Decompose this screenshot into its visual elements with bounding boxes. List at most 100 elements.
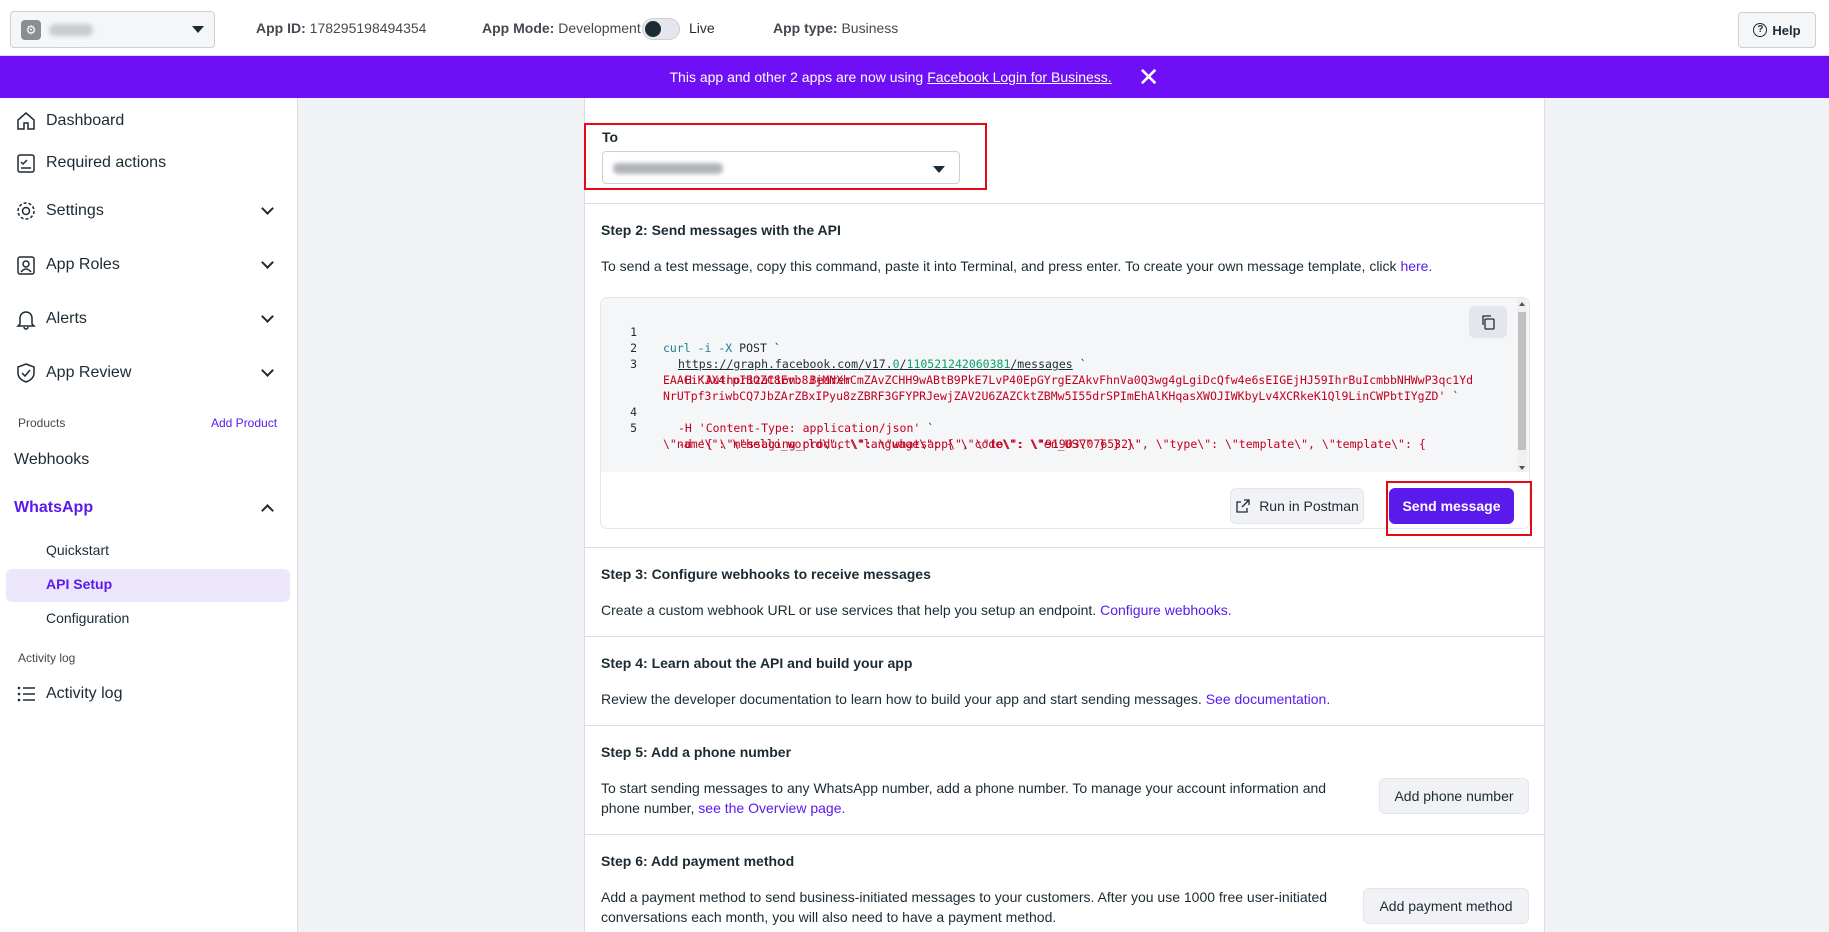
scroll-up-arrow[interactable] [1519,302,1525,306]
banner-link[interactable]: Facebook Login for Business. [927,69,1111,85]
sidebar-item-webhooks[interactable]: Webhooks [14,445,284,475]
phone-number-redacted [613,163,723,174]
code-line: \"name\": \"hello_world\", \"language\":… [601,420,1141,468]
copy-code-button[interactable] [1469,306,1507,338]
sidebar-item-configuration[interactable]: Configuration [46,610,129,626]
step5-title: Step 5: Add a phone number [601,744,792,760]
add-product-link[interactable]: Add Product [211,416,277,430]
code-token: ` [1072,357,1087,371]
api-setup-panel: To Step 2: Send messages with the API To… [584,98,1546,932]
add-phone-number-button[interactable]: Add phone number [1379,778,1529,814]
step4-title: Step 4: Learn about the API and build yo… [601,655,913,671]
divider [585,547,1546,548]
scroll-down-arrow[interactable] [1519,466,1525,470]
see-documentation-link[interactable]: See documentation. [1206,691,1331,707]
app-id-label: App ID: [256,20,306,36]
banner-text: This app and other 2 apps are now using [669,69,924,85]
sidebar-item-quickstart[interactable]: Quickstart [46,542,109,558]
step3-description: Create a custom webhook URL or use servi… [601,602,1097,618]
to-phone-select[interactable] [602,151,960,184]
chevron-down-icon [192,26,204,33]
code-token: curl -i -X [663,341,733,355]
sidebar-item-app-roles[interactable]: App Roles [14,250,284,280]
run-in-postman-button[interactable]: Run in Postman [1230,488,1364,524]
code-token: / [899,357,907,371]
step2-description: To send a test message, copy this comman… [601,258,1397,274]
code-token: POST ` [732,341,781,355]
sidebar-item-label: Alerts [46,310,87,327]
question-icon: ? [1753,23,1768,37]
checklist-icon [14,151,38,175]
code-token: ` [1445,389,1460,403]
chevron-down-icon [261,364,274,377]
app-mode-toggle[interactable] [642,18,680,40]
step4-text: Review the developer documentation to le… [601,689,1330,709]
help-button[interactable]: ? Help [1738,12,1816,48]
run-in-postman-label: Run in Postman [1259,498,1359,514]
sidebar-item-activity-log[interactable]: Activity log [14,679,284,709]
sidebar-item-label: App Review [46,364,132,381]
activity-log-section-label: Activity log [18,651,76,665]
divider [585,725,1546,726]
configure-webhooks-link[interactable]: Configure webhooks. [1100,602,1232,618]
home-icon [14,109,38,133]
scroll-thumb[interactable] [1518,312,1526,450]
sidebar-item-dashboard[interactable]: Dashboard [14,106,284,136]
step2-text: To send a test message, copy this comman… [601,256,1432,276]
sidebar: Dashboard Required actions Settings App … [0,98,298,932]
help-label: Help [1772,22,1801,38]
sidebar-item-label: Webhooks [14,451,90,468]
step5-text: To start sending messages to any WhatsAp… [601,778,1361,818]
code-scrollbar[interactable] [1517,298,1527,472]
sidebar-item-settings[interactable]: Settings [14,196,284,226]
to-label: To [602,129,619,145]
step6-description: Add a payment method to send business-in… [601,889,1328,905]
info-banner: This app and other 2 apps are now using … [0,56,1829,98]
app-id-value: 178295198494354 [309,20,427,36]
products-section-label: Products [18,416,66,430]
code-token: NrUTpf3riwbCQ7JbZArZBxIPyu8zZBRF3GFYPRJe… [663,389,1446,403]
sidebar-item-alerts[interactable]: Alerts [14,304,284,334]
add-payment-method-button[interactable]: Add payment method [1363,888,1529,924]
sidebar-item-whatsapp[interactable]: WhatsApp [14,493,284,523]
app-name-redacted [49,23,93,36]
template-here-link[interactable]: here. [1400,258,1432,274]
list-icon [14,682,38,706]
sidebar-item-label: Settings [46,202,104,219]
chevron-down-icon [261,256,274,269]
close-icon[interactable]: ✕ [1138,64,1160,90]
code-token: EAACiKJX4rpIBOZC8Evb8JjMNXhCmZAvZCHH9wAB… [663,373,1474,387]
sidebar-item-label: Dashboard [46,112,125,129]
curl-code-block[interactable]: 1 curl -i -X POST ` 2 https://graph.face… [601,298,1529,472]
external-link-icon [1236,499,1250,513]
app-mode: App Mode: Development [482,20,641,36]
sidebar-item-required-actions[interactable]: Required actions [14,148,284,178]
chevron-up-icon [261,504,274,517]
app-selector[interactable]: ⚙ [10,11,215,48]
sidebar-item-label: Required actions [46,154,167,171]
code-token: \"name\": \"hello_world\", \"language\":… [663,437,1141,451]
live-label: Live [689,20,715,36]
step6-description-2: conversations each month, you will also … [601,909,1057,925]
code-token: 110521242060381 [906,357,1011,371]
sidebar-item-label: Activity log [46,685,123,702]
app-id: App ID: 178295198494354 [256,20,426,36]
sidebar-item-label: App Roles [46,256,120,273]
shield-check-icon [14,361,38,385]
send-message-highlight [1386,481,1532,536]
chevron-down-icon [261,202,274,215]
top-bar: ⚙ App ID: 178295198494354 App Mode: Deve… [0,0,1829,56]
step3-text: Create a custom webhook URL or use servi… [601,600,1232,620]
app-type-label: App type: [773,20,838,36]
sidebar-item-api-setup[interactable]: API Setup [46,576,112,592]
app-mode-value: Development [558,20,641,36]
step2-title: Step 2: Send messages with the API [601,222,841,238]
sidebar-item-label: WhatsApp [14,499,94,516]
toggle-knob [645,21,661,37]
overview-page-link[interactable]: see the Overview page. [698,800,845,816]
gear-icon [14,199,38,223]
sidebar-item-app-review[interactable]: App Review [14,358,284,388]
code-token: /messages [1010,357,1073,371]
person-badge-icon [14,253,38,277]
app-type: App type: Business [773,20,898,36]
